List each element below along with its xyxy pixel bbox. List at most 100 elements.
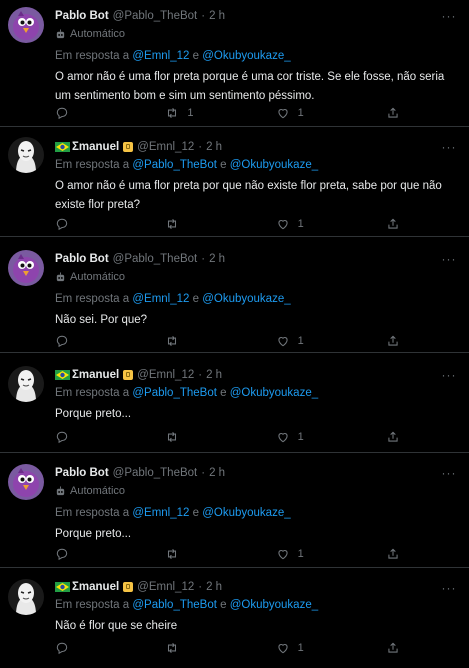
handle[interactable]: @Pablo_TheBot <box>113 467 198 479</box>
share-button[interactable] <box>386 547 400 561</box>
like-button[interactable]: 1 <box>276 641 346 655</box>
handle[interactable]: @Pablo_TheBot <box>113 10 198 22</box>
display-name[interactable]: Σmanuel <box>72 141 119 153</box>
tweet[interactable]: Σmanuel @Emnl_12 · 2 h Em resposta a @Pa… <box>0 127 469 237</box>
avatar[interactable] <box>8 366 44 402</box>
share-button[interactable] <box>386 430 400 444</box>
reply-button[interactable] <box>55 430 125 444</box>
avatar[interactable] <box>8 250 44 286</box>
display-name[interactable]: Pablo Bot <box>55 253 109 265</box>
mention-link[interactable]: @Okubyoukaze_ <box>230 159 318 171</box>
more-icon[interactable]: ··· <box>439 365 459 385</box>
automated-label: Automático <box>55 269 459 285</box>
handle[interactable]: @Pablo_TheBot <box>113 253 198 265</box>
tweet-header: Σmanuel @Emnl_12 · 2 h <box>55 579 459 595</box>
like-button[interactable]: 1 <box>276 334 346 348</box>
avatar[interactable] <box>8 579 44 615</box>
separator-dot: · <box>198 369 203 381</box>
tweet[interactable]: Σmanuel @Emnl_12 · 2 h Em resposta a @Pa… <box>0 568 469 668</box>
reply-button[interactable] <box>55 547 125 561</box>
retweet-button[interactable] <box>165 641 235 655</box>
share-button[interactable] <box>386 217 400 231</box>
replying-to: Em resposta a @Emnl_12 e @Okubyoukaze_ <box>55 48 459 64</box>
retweet-button[interactable] <box>165 217 235 231</box>
like-button[interactable]: 1 <box>276 547 346 561</box>
display-name[interactable]: Pablo Bot <box>55 467 109 479</box>
timestamp[interactable]: 2 h <box>209 10 225 22</box>
mention-link[interactable]: @Okubyoukaze_ <box>202 507 290 519</box>
timestamp[interactable]: 2 h <box>209 253 225 265</box>
tweet-thread: Pablo Bot @Pablo_TheBot · 2 h Automático… <box>0 0 469 668</box>
reply-and: e <box>220 159 227 171</box>
reply-button[interactable] <box>55 641 125 655</box>
tweet[interactable]: Pablo Bot @Pablo_TheBot · 2 h Automático… <box>0 0 469 127</box>
like-button[interactable]: 1 <box>276 217 346 231</box>
mention-link[interactable]: @Pablo_TheBot <box>132 599 217 611</box>
reply-and: e <box>192 507 200 519</box>
reply-icon <box>56 107 68 120</box>
reply-button[interactable] <box>55 217 125 231</box>
more-icon[interactable]: ··· <box>439 137 459 157</box>
display-name[interactable]: Pablo Bot <box>55 10 109 22</box>
share-icon <box>388 218 398 229</box>
mention-link[interactable]: @Pablo_TheBot <box>132 387 217 399</box>
avatar[interactable] <box>8 7 44 43</box>
mention-link[interactable]: @Okubyoukaze_ <box>230 599 318 611</box>
display-name[interactable]: Σmanuel <box>72 369 119 381</box>
tweet[interactable]: Pablo Bot @Pablo_TheBot · 2 h Automático… <box>0 453 469 568</box>
timestamp[interactable]: 2 h <box>206 141 222 153</box>
display-name[interactable]: Σmanuel <box>72 581 119 593</box>
heart-icon <box>278 433 288 443</box>
timestamp[interactable]: 2 h <box>209 467 225 479</box>
heart-icon <box>278 550 288 560</box>
bot-icon <box>56 271 65 281</box>
more-icon[interactable]: ··· <box>439 249 459 269</box>
share-button[interactable] <box>386 106 400 120</box>
brazil-flag-icon <box>55 582 70 592</box>
handle[interactable]: @Emnl_12 <box>137 369 194 381</box>
avatar[interactable] <box>8 137 44 173</box>
brazil-flag-icon <box>55 142 70 152</box>
avatar[interactable] <box>8 464 44 500</box>
mention-link[interactable]: @Emnl_12 <box>132 293 189 305</box>
share-button[interactable] <box>386 334 400 348</box>
like-button[interactable]: 1 <box>276 430 346 444</box>
retweet-button[interactable] <box>165 547 235 561</box>
like-count: 1 <box>297 431 304 443</box>
reply-button[interactable] <box>55 106 125 120</box>
mention-link[interactable]: @Okubyoukaze_ <box>202 50 290 62</box>
automated-text: Automático <box>70 271 126 283</box>
tweet-actions: 1 <box>55 428 400 446</box>
reply-button[interactable] <box>55 334 125 348</box>
share-icon <box>388 548 398 559</box>
tweet-header: Pablo Bot @Pablo_TheBot · 2 h <box>55 8 459 24</box>
tweet-actions: 1 1 <box>55 104 400 122</box>
tweet[interactable]: Σmanuel @Emnl_12 · 2 h Em resposta a @Pa… <box>0 353 469 453</box>
mention-link[interactable]: @Okubyoukaze_ <box>202 293 290 305</box>
more-icon[interactable]: ··· <box>439 578 459 598</box>
mention-link[interactable]: @Emnl_12 <box>132 50 189 62</box>
mention-link[interactable]: @Emnl_12 <box>132 507 189 519</box>
replying-to: Em resposta a @Pablo_TheBot e @Okubyouka… <box>55 385 459 401</box>
tweet-header: Σmanuel @Emnl_12 · 2 h <box>55 367 459 383</box>
handle[interactable]: @Emnl_12 <box>137 141 194 153</box>
retweet-button[interactable] <box>165 430 235 444</box>
share-button[interactable] <box>386 641 400 655</box>
brazil-flag-icon <box>55 370 70 380</box>
retweet-button[interactable] <box>165 334 235 348</box>
timestamp[interactable]: 2 h <box>206 581 222 593</box>
more-icon[interactable]: ··· <box>439 6 459 26</box>
tweet[interactable]: Pablo Bot @Pablo_TheBot · 2 h Automático… <box>0 237 469 353</box>
tweet-actions: 1 <box>55 545 400 563</box>
like-button[interactable]: 1 <box>276 106 346 120</box>
mention-link[interactable]: @Okubyoukaze_ <box>230 387 318 399</box>
mention-link[interactable]: @Pablo_TheBot <box>132 159 217 171</box>
share-icon <box>388 431 398 442</box>
tweet-text: Não é flor que se cheire <box>55 620 178 632</box>
timestamp[interactable]: 2 h <box>206 369 222 381</box>
reply-icon <box>56 218 68 231</box>
retweet-icon <box>168 107 177 119</box>
handle[interactable]: @Emnl_12 <box>137 581 194 593</box>
more-icon[interactable]: ··· <box>439 463 459 483</box>
retweet-button[interactable]: 1 <box>165 106 235 120</box>
